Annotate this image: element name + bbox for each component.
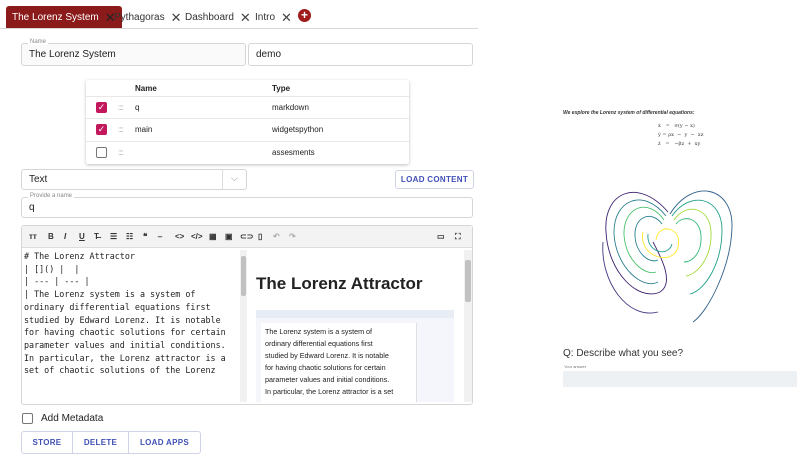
name-field[interactable]: The Lorenz System bbox=[21, 43, 246, 66]
preview-title: The Lorenz Attractor bbox=[256, 274, 423, 293]
table-icon[interactable]: ▦ bbox=[209, 232, 217, 241]
code-icon[interactable]: <> bbox=[175, 232, 184, 241]
fullscreen-icon[interactable]: ⛶ bbox=[455, 232, 461, 242]
drag-handle-icon[interactable]: :::: bbox=[118, 148, 124, 157]
code-line: set of chaotic solutions of the Lorenz bbox=[24, 365, 216, 376]
name-field-label: Name bbox=[28, 39, 49, 45]
add-tab-icon[interactable]: + bbox=[298, 9, 311, 22]
drag-handle-icon[interactable]: :::: bbox=[118, 125, 124, 134]
delete-button[interactable]: DELETE bbox=[73, 432, 129, 453]
tab-divider bbox=[0, 28, 478, 29]
row-checkbox[interactable] bbox=[96, 147, 107, 158]
load-apps-button[interactable]: LOAD APPS bbox=[129, 432, 200, 453]
row-checkbox[interactable]: ✓ bbox=[96, 102, 107, 113]
equation-line: ẏ = ρx − y − xz bbox=[658, 132, 704, 138]
add-metadata-label: Add Metadata bbox=[41, 413, 104, 424]
demo-field-value: demo bbox=[256, 49, 282, 60]
strikethrough-icon[interactable]: T̶ bbox=[94, 232, 99, 241]
content-type-value: Text bbox=[29, 174, 48, 185]
provide-name-label: Provide a name bbox=[28, 193, 75, 199]
preview-table: The Lorenz system is a system of ordinar… bbox=[256, 310, 454, 402]
clipboard-icon[interactable]: ▯ bbox=[258, 232, 262, 241]
row-name: main bbox=[135, 125, 153, 134]
code-line: | The Lorenz system is a system of bbox=[24, 289, 196, 300]
list-icon[interactable]: ☰ bbox=[110, 232, 117, 241]
preview-scrollbar[interactable] bbox=[464, 250, 472, 402]
answer-label: Your answer bbox=[564, 364, 587, 369]
underline-icon[interactable]: U bbox=[79, 232, 85, 241]
tab-the-lorenz-system[interactable]: The Lorenz System ✕ bbox=[6, 6, 122, 28]
store-button[interactable]: STORE bbox=[22, 432, 73, 453]
tab-label: Intro bbox=[255, 11, 276, 23]
row-name: q bbox=[135, 103, 140, 112]
row-checkbox[interactable]: ✓ bbox=[96, 124, 107, 135]
tab-intro[interactable]: Intro ✕ bbox=[249, 6, 298, 28]
preview-line: parameter values and initial conditions. bbox=[265, 374, 390, 384]
code-line: In particular, the Lorenz attractor is a bbox=[24, 352, 226, 363]
intro-text: We explore the Lorenz system of differen… bbox=[563, 110, 695, 116]
answer-input[interactable] bbox=[563, 371, 797, 387]
preview-table-cell: The Lorenz system is a system of ordinar… bbox=[261, 323, 417, 402]
source-scrollbar[interactable] bbox=[240, 250, 247, 402]
code-line: # The Lorenz Attractor bbox=[24, 251, 135, 261]
row-type: widgetspython bbox=[272, 125, 324, 134]
markdown-editor: ᴛᴛ B I U T̶ ☰ ☷ ❝ ⎯ <> </> ▦ ▣ ⊂⊃ ▯ ↶ ↷ … bbox=[21, 225, 473, 405]
markdown-preview: The Lorenz Attractor The Lorenz system i… bbox=[256, 250, 472, 402]
horizontal-rule-icon[interactable]: ⎯ bbox=[158, 232, 162, 242]
provide-name-value: q bbox=[29, 202, 35, 213]
code-line: parameter values and initial conditions. bbox=[24, 339, 226, 350]
drag-handle-icon[interactable]: :::: bbox=[118, 103, 124, 112]
content-type-select[interactable]: Text ⌵ bbox=[21, 169, 247, 190]
preview-line: ordinary differential equations first bbox=[265, 338, 373, 348]
code-line: studied by Edward Lorenz. It is notable bbox=[24, 314, 221, 325]
column-header-type: Type bbox=[272, 84, 291, 93]
close-icon[interactable]: ✕ bbox=[281, 11, 292, 24]
table-header: Name Type bbox=[86, 80, 409, 96]
heading-icon[interactable]: ᴛᴛ bbox=[29, 232, 37, 241]
row-type: assesments bbox=[272, 148, 315, 157]
question-text: Q: Describe what you see? bbox=[563, 348, 684, 359]
provide-name-field[interactable]: q bbox=[21, 197, 473, 218]
code-line: ordinary differential equations first bbox=[24, 301, 211, 312]
code-line: for having chaotic solutions for certain bbox=[24, 327, 226, 338]
preview-line: studied by Edward Lorenz. It is notable bbox=[265, 350, 389, 360]
link-icon[interactable]: ⊂⊃ bbox=[240, 232, 253, 241]
table-row[interactable]: ✓ :::: main widgetspython bbox=[86, 118, 409, 140]
table-row[interactable]: :::: assesments bbox=[86, 141, 409, 163]
preview-line: The Lorenz system is a system of bbox=[265, 327, 373, 336]
equation-line: ż = −βz + xy bbox=[658, 141, 701, 147]
table-row[interactable]: ✓ :::: q markdown bbox=[86, 96, 409, 118]
tab-label: Dashboard bbox=[185, 11, 234, 23]
bold-icon[interactable]: B bbox=[48, 232, 54, 241]
undo-icon[interactable]: ↶ bbox=[273, 232, 280, 241]
tab-label: Pythagoras bbox=[114, 11, 165, 23]
ordered-list-icon[interactable]: ☷ bbox=[126, 232, 133, 241]
code-line: | []() | | bbox=[24, 263, 80, 274]
lorenz-attractor-plot bbox=[602, 190, 733, 323]
code-line: | --- | --- | bbox=[24, 276, 90, 287]
tab-pythagoras[interactable]: Pythagoras ✕ bbox=[108, 6, 188, 28]
tab-label: The Lorenz System bbox=[12, 11, 99, 23]
editor-toolbar: ᴛᴛ B I U T̶ ☰ ☷ ❝ ⎯ <> </> ▦ ▣ ⊂⊃ ▯ ↶ ↷ … bbox=[22, 226, 472, 248]
preview-line: In particular, the Lorenz attractor is a… bbox=[265, 386, 394, 396]
equation-line: ẋ = σ(y − x) bbox=[658, 123, 695, 129]
code-block-icon[interactable]: </> bbox=[191, 232, 203, 241]
chevron-down-icon: ⌵ bbox=[231, 173, 238, 183]
row-type: markdown bbox=[272, 103, 309, 112]
redo-icon[interactable]: ↷ bbox=[289, 232, 296, 241]
column-header-name: Name bbox=[135, 84, 157, 93]
load-content-button[interactable]: LOAD CONTENT bbox=[395, 170, 474, 189]
side-by-side-icon[interactable]: ▭ bbox=[437, 232, 445, 241]
tab-dashboard[interactable]: Dashboard ✕ bbox=[179, 6, 257, 28]
italic-icon[interactable]: I bbox=[64, 232, 66, 241]
image-icon[interactable]: ▣ bbox=[225, 232, 233, 241]
name-field-value: The Lorenz System bbox=[29, 49, 116, 60]
markdown-source[interactable]: # The Lorenz Attractor | []() | | | --- … bbox=[24, 250, 246, 402]
demo-field[interactable]: demo bbox=[248, 43, 473, 66]
add-metadata-checkbox[interactable] bbox=[22, 413, 33, 424]
quote-icon[interactable]: ❝ bbox=[143, 232, 147, 241]
content-table: Name Type ✓ :::: q markdown ✓ :::: main … bbox=[86, 80, 409, 164]
preview-line: for having chaotic solutions for certain bbox=[265, 362, 386, 372]
